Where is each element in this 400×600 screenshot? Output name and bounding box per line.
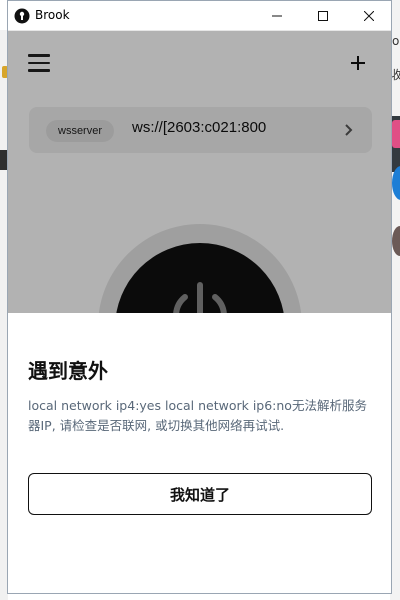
acknowledge-button[interactable]: 我知道了 — [28, 473, 372, 515]
error-dialog: 遇到意外 local network ip4:yes local network… — [8, 313, 391, 593]
background-avatar — [392, 226, 400, 256]
background-pink-badge — [392, 120, 400, 148]
title-bar[interactable]: Brook — [8, 1, 391, 31]
dialog-message: local network ip4:yes local network ip6:… — [28, 398, 367, 433]
window-title: Brook — [35, 8, 70, 22]
maximize-button[interactable] — [300, 1, 346, 31]
close-button[interactable] — [346, 1, 391, 31]
maximize-icon — [318, 11, 328, 21]
background-text-fragment: ok — [392, 34, 400, 48]
close-icon — [364, 11, 374, 21]
modal-overlay[interactable] — [8, 31, 391, 313]
dialog-title: 遇到意外 — [28, 359, 108, 383]
background-blue-circle — [392, 166, 400, 200]
brook-app-icon — [14, 8, 30, 24]
minimize-icon — [272, 15, 282, 17]
minimize-button[interactable] — [254, 1, 300, 31]
app-content: wsserver ws://[2603:c021:800 遇到意外 local … — [8, 31, 391, 593]
brook-window: Brook wsserver ws://[2603:c021:800 遇到意外 … — [7, 0, 392, 594]
